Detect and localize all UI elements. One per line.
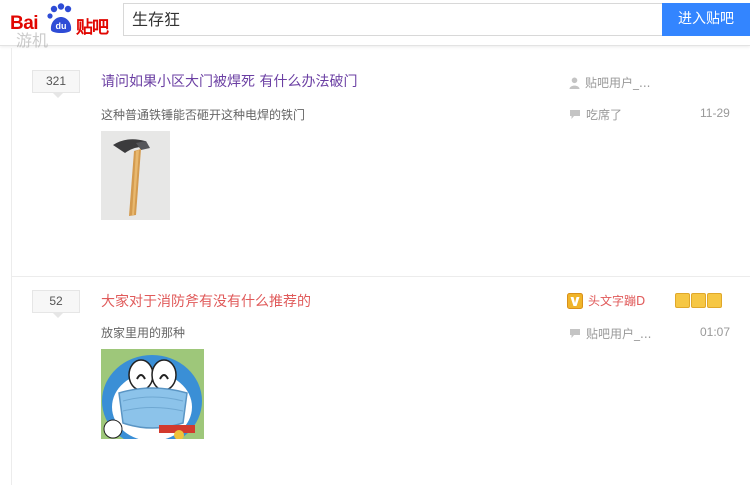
thread-image-doraemon[interactable] <box>101 349 204 439</box>
top-bar: Bai du 贴吧 游机 生存狂 进入贴吧 <box>0 0 750 50</box>
content-left-border <box>11 48 12 485</box>
search-input[interactable]: 生存狂 <box>123 3 662 36</box>
last-reply-time: 01:07 <box>700 325 731 339</box>
thread-author[interactable]: 头文字蹦D <box>567 292 645 309</box>
logo-du-text: du <box>56 21 67 31</box>
vip-user-icon <box>567 292 583 309</box>
last-reply-time: 11-29 <box>700 106 730 120</box>
user-icon <box>569 77 580 89</box>
thread-title[interactable]: 大家对于消防斧有没有什么推荐的 <box>101 291 311 311</box>
last-replier-name: 贴吧用户_... <box>586 327 652 341</box>
thread-author[interactable]: 贴吧用户_... <box>569 74 650 91</box>
reply-count-badge: 321 <box>32 70 80 98</box>
thread-excerpt: 放家里用的那种 <box>101 326 186 340</box>
vip-badges <box>675 293 722 308</box>
author-name: 贴吧用户_... <box>585 76 651 90</box>
doraemon-masked-image <box>101 349 204 439</box>
baidu-paw-icon: du <box>47 3 72 33</box>
hammer-image <box>101 131 170 220</box>
reply-bubble-icon <box>570 329 580 338</box>
vip-badge-icon <box>707 293 722 308</box>
thread-title[interactable]: 请问如果小区大门被焊死 有什么办法破门 <box>101 71 357 91</box>
thread-divider <box>11 276 750 277</box>
vip-badge-icon <box>675 293 690 308</box>
watermark-text: 游机 <box>16 31 49 50</box>
last-replier[interactable]: 贴吧用户_... <box>569 325 651 342</box>
thread-image-hammer[interactable] <box>101 131 170 220</box>
last-replier-name: 吃席了 <box>586 108 623 122</box>
logo-tieba-text: 贴吧 <box>76 18 109 38</box>
baidu-tieba-logo[interactable]: Bai du 贴吧 游机 <box>10 3 122 50</box>
author-name: 头文字蹦D <box>588 294 646 308</box>
reply-count-badge: 52 <box>32 290 80 318</box>
thread-excerpt: 这种普通铁锤能否砸开这种电焊的铁门 <box>101 108 306 122</box>
reply-bubble-icon <box>570 110 580 119</box>
enter-tieba-button[interactable]: 进入贴吧 <box>662 3 750 36</box>
vip-badge-icon <box>691 293 706 308</box>
last-replier[interactable]: 吃席了 <box>569 106 622 123</box>
